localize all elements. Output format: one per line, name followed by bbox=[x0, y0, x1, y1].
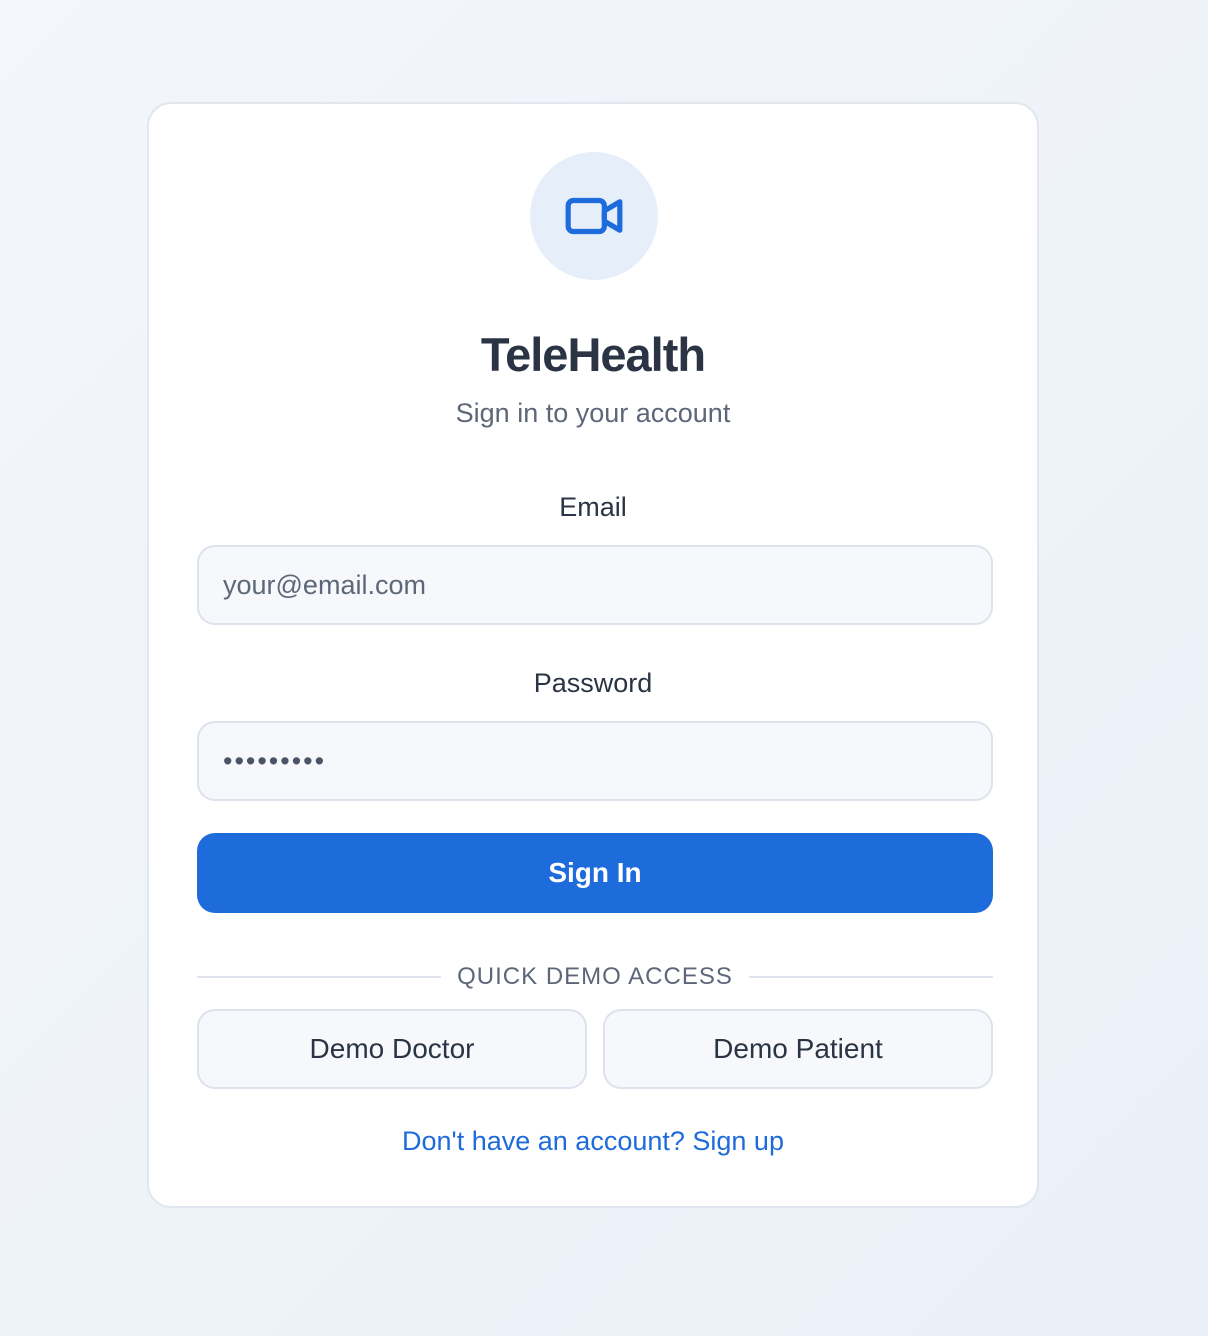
app-title: TeleHealth bbox=[480, 328, 706, 381]
login-card: TeleHealth Sign in to your account Email… bbox=[147, 102, 1039, 1208]
demo-patient-button[interactable]: Demo Patient bbox=[603, 1009, 993, 1089]
divider-line-right bbox=[748, 976, 993, 978]
page-subtitle: Sign in to your account bbox=[455, 398, 731, 428]
demo-doctor-button[interactable]: Demo Doctor bbox=[197, 1009, 587, 1089]
sign-in-button[interactable]: Sign In bbox=[197, 833, 993, 913]
password-label: Password bbox=[533, 668, 653, 698]
signup-link[interactable]: Don't have an account? Sign up bbox=[149, 1124, 1037, 1158]
divider-line-left bbox=[197, 976, 442, 978]
logo-badge bbox=[530, 152, 658, 280]
demo-divider-label: QUICK DEMO ACCESS bbox=[457, 963, 733, 990]
email-field[interactable] bbox=[197, 545, 993, 625]
video-camera-icon bbox=[565, 197, 623, 235]
email-label: Email bbox=[559, 492, 627, 522]
password-field[interactable] bbox=[197, 721, 993, 801]
demo-divider: QUICK DEMO ACCESS bbox=[197, 960, 993, 994]
